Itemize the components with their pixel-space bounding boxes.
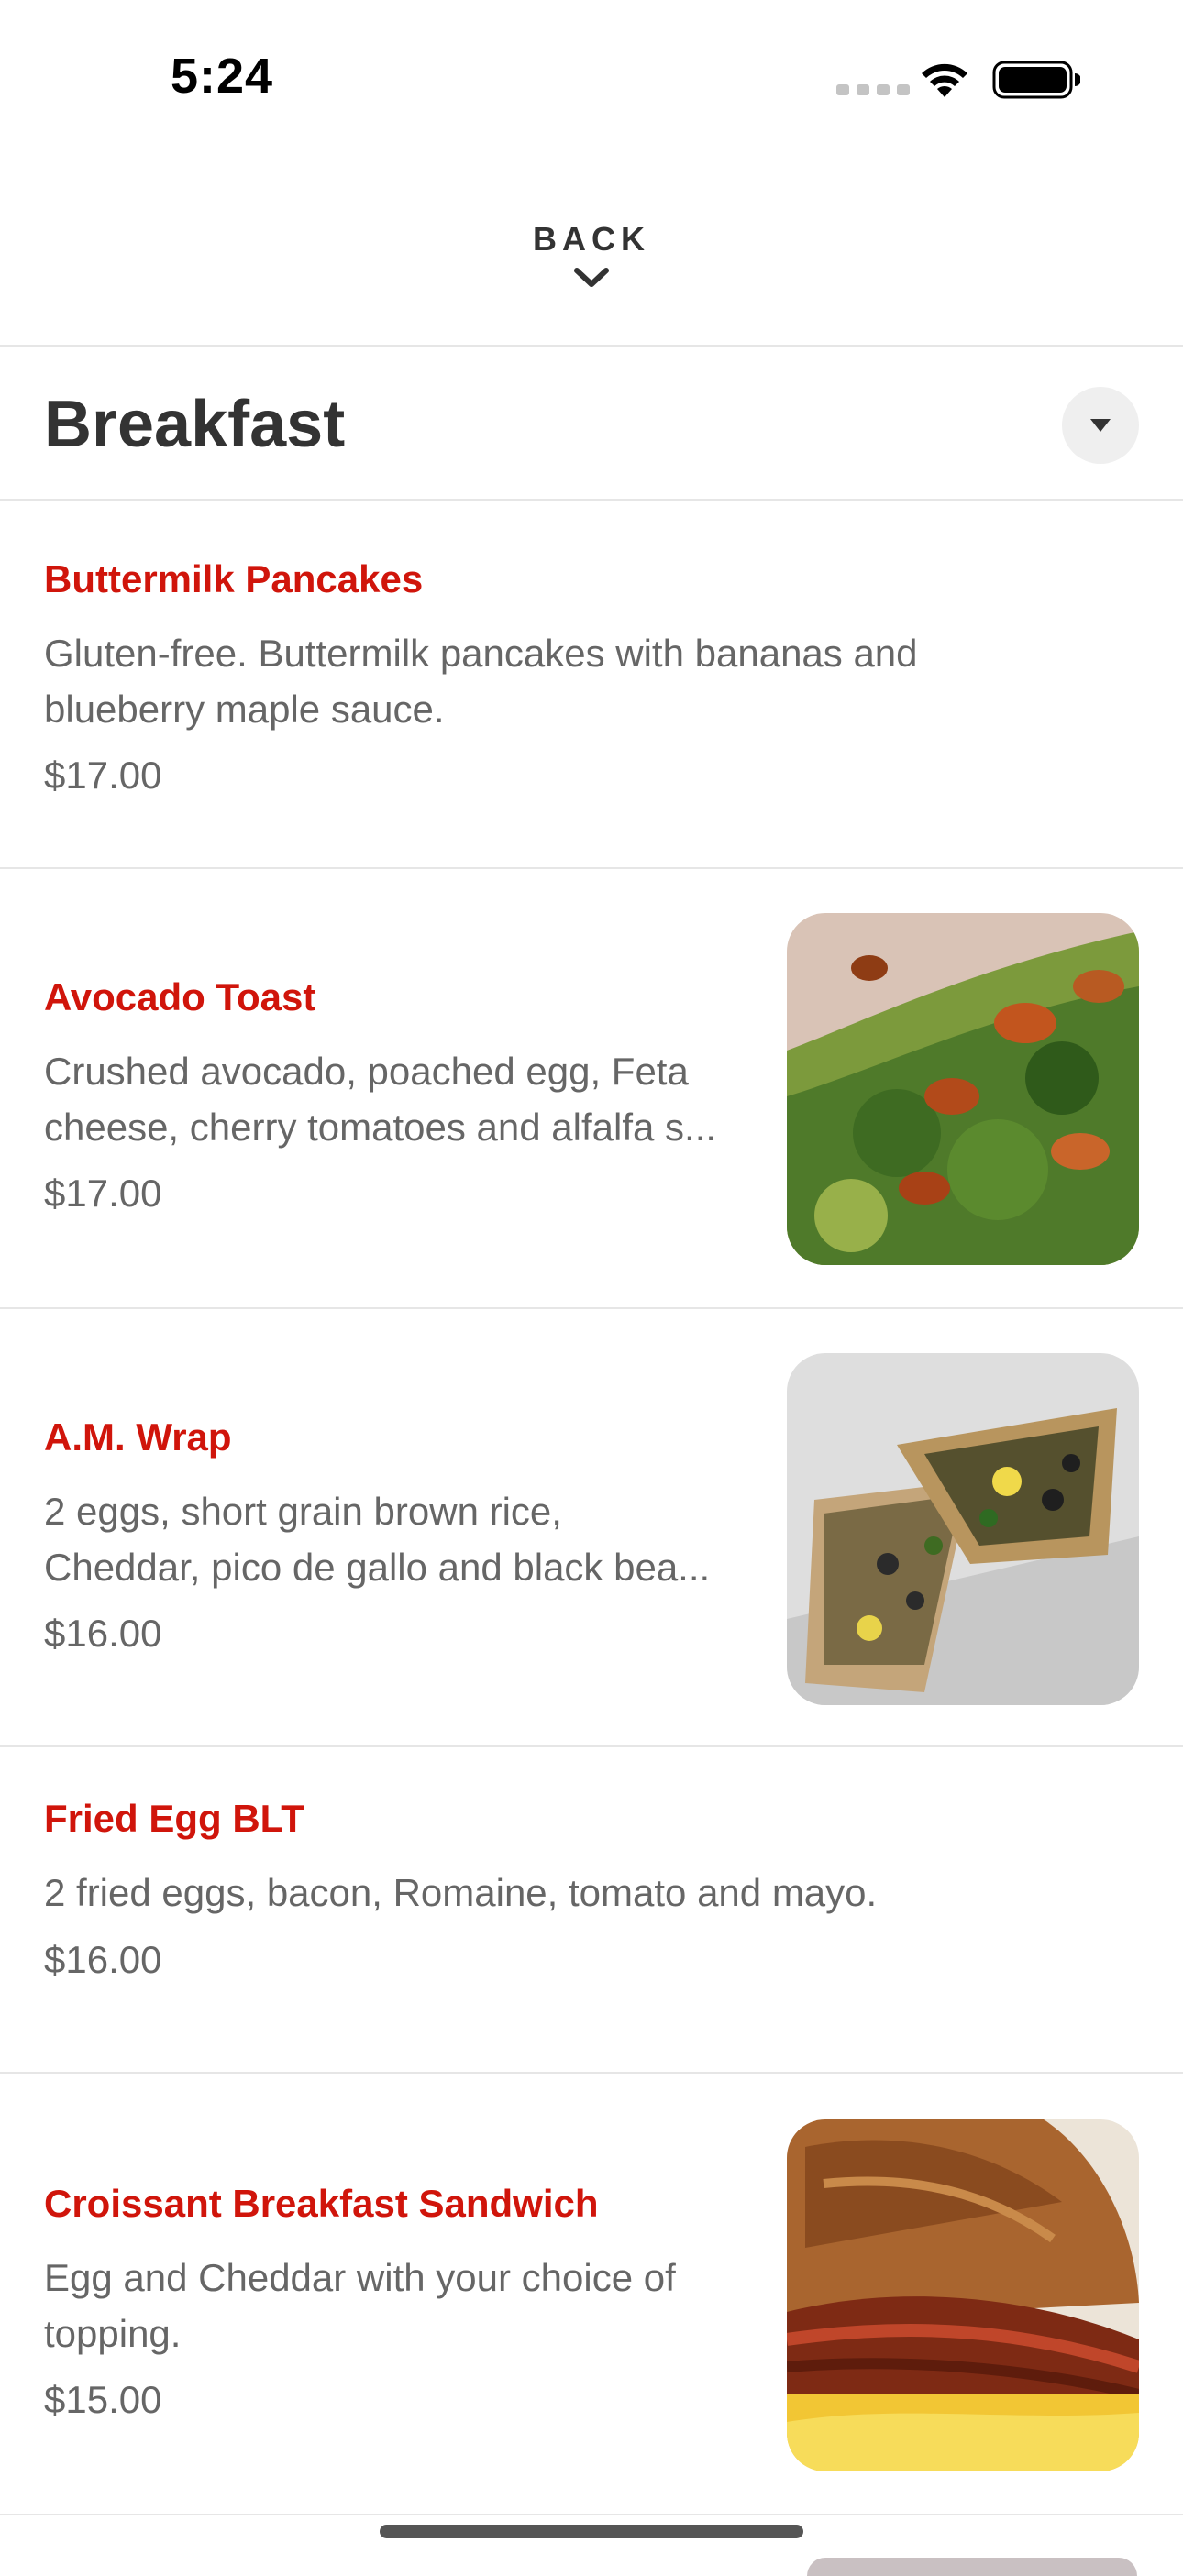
item-description: 2 fried eggs, bacon, Romaine, tomato and… [44,1865,877,1921]
croissant-sandwich-photo [787,2119,1139,2471]
item-description: 2 eggs, short grain brown rice, Cheddar,… [44,1483,710,1595]
item-price: $17.00 [44,1172,162,1215]
item-description-line: cheese, cherry tomatoes and alfalfa s... [44,1106,717,1149]
item-description-line: blueberry maple sauce. [44,688,445,731]
menu-item-buttermilk-pancakes[interactable]: Buttermilk Pancakes Gluten-free. Butterm… [0,501,1183,869]
back-button[interactable]: BACK [500,220,683,330]
caret-down-icon [1090,419,1111,432]
item-photo [787,2119,1139,2471]
item-description-line: Egg and Cheddar with your choice of [44,2256,676,2299]
header: BACK [0,156,1183,347]
item-description: Crushed avocado, poached egg, Feta chees… [44,1043,716,1155]
item-name: Croissant Breakfast Sandwich [44,2182,599,2225]
section-title: Breakfast [44,388,346,461]
item-price: $16.00 [44,1612,162,1655]
item-name: Avocado Toast [44,975,316,1018]
chevron-down-icon [574,268,609,287]
item-price: $17.00 [44,754,162,797]
status-bar: 5:24 [0,0,1183,156]
menu-item-avocado-toast[interactable]: Avocado Toast Crushed avocado, poached e… [0,869,1183,1309]
item-photo [787,913,1139,1265]
menu-item-croissant-breakfast-sandwich[interactable]: Croissant Breakfast Sandwich Egg and Che… [0,2074,1183,2515]
item-description-line: 2 fried eggs, bacon, Romaine, tomato and… [44,1871,878,1914]
item-description: Egg and Cheddar with your choice of topp… [44,2250,676,2361]
avocado-toast-photo [787,913,1139,1265]
item-description-line: Crushed avocado, poached egg, Feta [44,1050,689,1093]
battery-icon [992,61,1080,99]
section-header: Breakfast [0,347,1183,501]
item-description-line: Gluten-free. Buttermilk pancakes with ba… [44,632,918,675]
back-label: BACK [533,220,650,258]
wifi-icon [922,63,967,97]
item-name: A.M. Wrap [44,1415,232,1459]
item-price: $15.00 [44,2378,162,2421]
cellular-signal-icon [836,84,910,95]
item-description-line: Cheddar, pico de gallo and black bea... [44,1546,711,1589]
menu-item-fried-egg-blt[interactable]: Fried Egg BLT 2 fried eggs, bacon, Romai… [0,1747,1183,2074]
item-description-line: topping. [44,2312,182,2355]
item-photo [787,1353,1139,1705]
item-description-line: 2 eggs, short grain brown rice, [44,1490,562,1533]
item-name: Buttermilk Pancakes [44,557,424,600]
wrap-photo [787,1353,1139,1705]
home-indicator[interactable] [380,2525,803,2538]
status-time: 5:24 [171,49,274,104]
section-dropdown-button[interactable] [1062,387,1139,464]
item-name: Fried Egg BLT [44,1797,304,1840]
next-item-photo-peek [807,2558,1137,2576]
menu-item-am-wrap[interactable]: A.M. Wrap 2 eggs, short grain brown rice… [0,1309,1183,1747]
item-price: $16.00 [44,1938,162,1981]
item-description: Gluten-free. Buttermilk pancakes with ba… [44,625,918,737]
